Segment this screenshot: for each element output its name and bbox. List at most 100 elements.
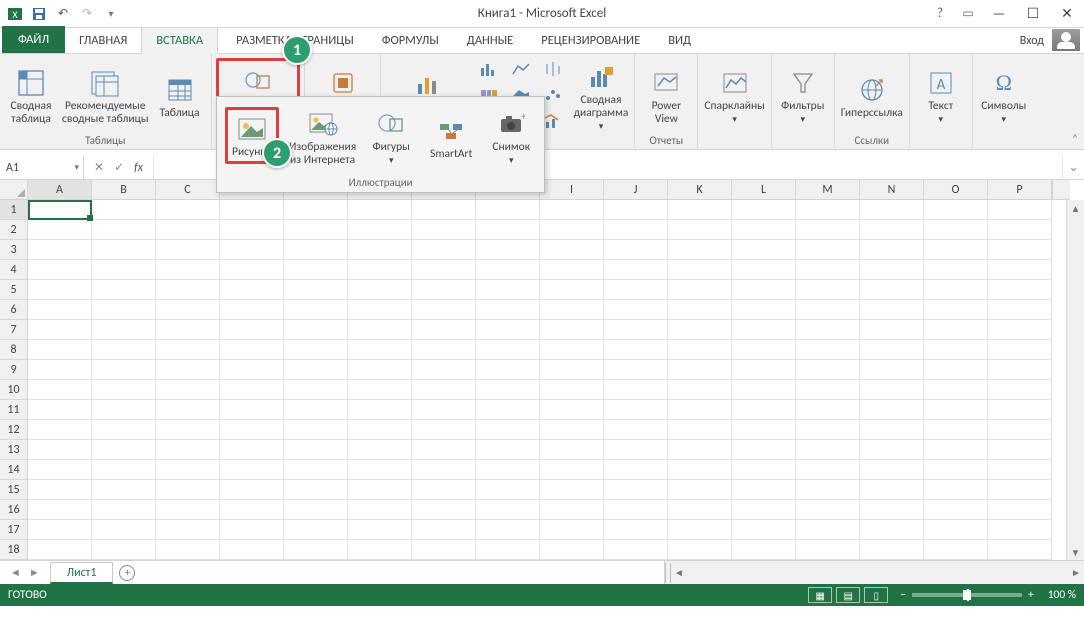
account-icon[interactable] bbox=[1052, 29, 1080, 51]
tab-home[interactable]: ГЛАВНАЯ bbox=[65, 28, 141, 53]
online-pictures-button[interactable]: Изображения из Интернета bbox=[289, 103, 356, 167]
normal-view-icon[interactable]: ▦ bbox=[808, 587, 832, 603]
expand-formula-bar-icon[interactable]: ⌄ bbox=[1062, 156, 1084, 179]
col-header[interactable]: M bbox=[796, 180, 860, 200]
close-button[interactable]: ✕ bbox=[1050, 0, 1084, 28]
collapse-ribbon-icon[interactable]: ˄ bbox=[1072, 132, 1078, 145]
sheet-tab[interactable]: Лист1 bbox=[50, 562, 114, 584]
power-view-button[interactable]: Power View bbox=[641, 62, 691, 126]
save-icon[interactable] bbox=[28, 3, 50, 25]
tab-insert[interactable]: ВСТАВКА bbox=[141, 27, 218, 54]
table-button[interactable]: Таблица bbox=[155, 69, 205, 120]
sign-in-link[interactable]: Вход bbox=[1020, 34, 1044, 48]
horizontal-scrollbar[interactable]: ◄ ► bbox=[664, 561, 1084, 584]
window-title: Книга1 - Microsoft Excel bbox=[0, 6, 1084, 21]
illustrations-dropdown-label: Иллюстрации bbox=[217, 173, 544, 192]
col-header[interactable]: A bbox=[28, 180, 92, 200]
page-layout-view-icon[interactable]: ▤ bbox=[836, 587, 860, 603]
row-header[interactable]: 3 bbox=[0, 240, 28, 260]
row-header[interactable]: 16 bbox=[0, 500, 28, 520]
tab-file[interactable]: ФАЙЛ bbox=[2, 26, 65, 53]
shapes-button[interactable]: Фигуры▾ bbox=[366, 103, 416, 167]
sheet-prev-icon[interactable]: ◄ bbox=[10, 566, 21, 579]
col-header[interactable]: K bbox=[668, 180, 732, 200]
scroll-left-icon[interactable]: ◄ bbox=[671, 566, 687, 579]
tab-review[interactable]: РЕЦЕНЗИРОВАНИЕ bbox=[527, 28, 654, 53]
stock-chart-icon[interactable] bbox=[543, 60, 563, 78]
symbols-button[interactable]: Ω Символы▾ bbox=[979, 62, 1029, 126]
col-header[interactable]: C bbox=[156, 180, 220, 200]
annotation-marker-1: 1 bbox=[282, 35, 312, 65]
pivot-chart-button[interactable]: Сводная диаграмма▾ bbox=[574, 56, 629, 133]
chevron-down-icon[interactable]: ▾ bbox=[74, 162, 79, 173]
ribbon-display-options-icon[interactable]: ▭ bbox=[954, 0, 982, 28]
cancel-icon[interactable]: ✕ bbox=[94, 160, 104, 175]
row-header[interactable]: 11 bbox=[0, 400, 28, 420]
filters-button[interactable]: Фильтры▾ bbox=[778, 62, 828, 126]
row-header[interactable]: 12 bbox=[0, 420, 28, 440]
recommended-pivot-tables-button[interactable]: Рекомендуемые сводные таблицы bbox=[62, 62, 149, 126]
col-header[interactable]: O bbox=[924, 180, 988, 200]
row-header[interactable]: 9 bbox=[0, 360, 28, 380]
help-icon[interactable]: ? bbox=[926, 0, 954, 28]
row-header[interactable]: 17 bbox=[0, 520, 28, 540]
fx-icon[interactable]: fx bbox=[134, 161, 143, 175]
row-header[interactable]: 10 bbox=[0, 380, 28, 400]
enter-icon[interactable]: ✓ bbox=[114, 160, 124, 175]
combo-chart-icon[interactable] bbox=[543, 112, 563, 130]
select-all-corner[interactable] bbox=[0, 180, 28, 200]
row-header[interactable]: 7 bbox=[0, 320, 28, 340]
hyperlink-button[interactable]: Гиперссылка bbox=[841, 69, 903, 120]
svg-text:X: X bbox=[12, 8, 18, 21]
column-chart-icon[interactable] bbox=[479, 60, 499, 78]
undo-icon[interactable]: ↶ bbox=[52, 3, 74, 25]
qat-customize-icon[interactable]: ▾ bbox=[100, 3, 122, 25]
row-header[interactable]: 15 bbox=[0, 480, 28, 500]
tab-formulas[interactable]: ФОРМУЛЫ bbox=[368, 28, 453, 53]
row-header[interactable]: 4 bbox=[0, 260, 28, 280]
smartart-button[interactable]: SmartArt bbox=[426, 110, 476, 161]
excel-app-icon[interactable]: X bbox=[4, 3, 26, 25]
scroll-right-icon[interactable]: ► bbox=[1068, 566, 1084, 579]
new-sheet-button[interactable]: + bbox=[113, 561, 141, 584]
row-header[interactable]: 5 bbox=[0, 280, 28, 300]
zoom-slider[interactable] bbox=[912, 593, 1022, 597]
row-header[interactable]: 6 bbox=[0, 300, 28, 320]
text-button[interactable]: A Текст▾ bbox=[916, 62, 966, 126]
maximize-button[interactable]: ☐ bbox=[1016, 0, 1050, 28]
cell-grid[interactable]: // placeholder - rows generated below af… bbox=[28, 200, 1066, 560]
scroll-down-icon[interactable]: ▼ bbox=[1067, 544, 1084, 560]
redo-icon[interactable]: ↷ bbox=[76, 3, 98, 25]
col-header[interactable]: L bbox=[732, 180, 796, 200]
sparklines-button[interactable]: Спарклайны▾ bbox=[704, 62, 764, 126]
page-break-view-icon[interactable]: ▯ bbox=[864, 587, 888, 603]
scatter-chart-icon[interactable] bbox=[543, 86, 563, 104]
row-header[interactable]: 2 bbox=[0, 220, 28, 240]
group-tables-label: Таблицы bbox=[0, 134, 211, 149]
zoom-in-icon[interactable]: + bbox=[1028, 588, 1034, 602]
col-header[interactable]: J bbox=[604, 180, 668, 200]
zoom-out-icon[interactable]: − bbox=[900, 588, 906, 602]
minimize-button[interactable]: — bbox=[982, 0, 1016, 28]
row-header[interactable]: 8 bbox=[0, 340, 28, 360]
vertical-scrollbar[interactable]: ▲ ▼ bbox=[1066, 200, 1084, 560]
window-controls: ? ▭ — ☐ ✕ bbox=[926, 0, 1084, 28]
row-header[interactable]: 14 bbox=[0, 460, 28, 480]
screenshot-button[interactable]: + Снимок▾ bbox=[486, 103, 536, 167]
row-header[interactable]: 18 bbox=[0, 540, 28, 560]
tab-view[interactable]: ВИД bbox=[654, 28, 705, 53]
zoom-level[interactable]: 100 % bbox=[1040, 588, 1076, 602]
col-header[interactable]: N bbox=[860, 180, 924, 200]
sheet-next-icon[interactable]: ► bbox=[29, 566, 40, 579]
row-header[interactable]: 1 bbox=[0, 200, 28, 220]
status-bar: ГОТОВО ▦ ▤ ▯ − + 100 % bbox=[0, 584, 1084, 606]
row-header[interactable]: 13 bbox=[0, 440, 28, 460]
scroll-up-icon[interactable]: ▲ bbox=[1067, 200, 1084, 216]
tab-data[interactable]: ДАННЫЕ bbox=[453, 28, 527, 53]
col-header[interactable]: P bbox=[988, 180, 1052, 200]
col-header[interactable]: B bbox=[92, 180, 156, 200]
col-header[interactable]: I bbox=[540, 180, 604, 200]
pivot-table-button[interactable]: Сводная таблица bbox=[6, 62, 56, 126]
name-box[interactable]: A1▾ bbox=[0, 156, 84, 179]
line-chart-icon[interactable] bbox=[511, 60, 531, 78]
